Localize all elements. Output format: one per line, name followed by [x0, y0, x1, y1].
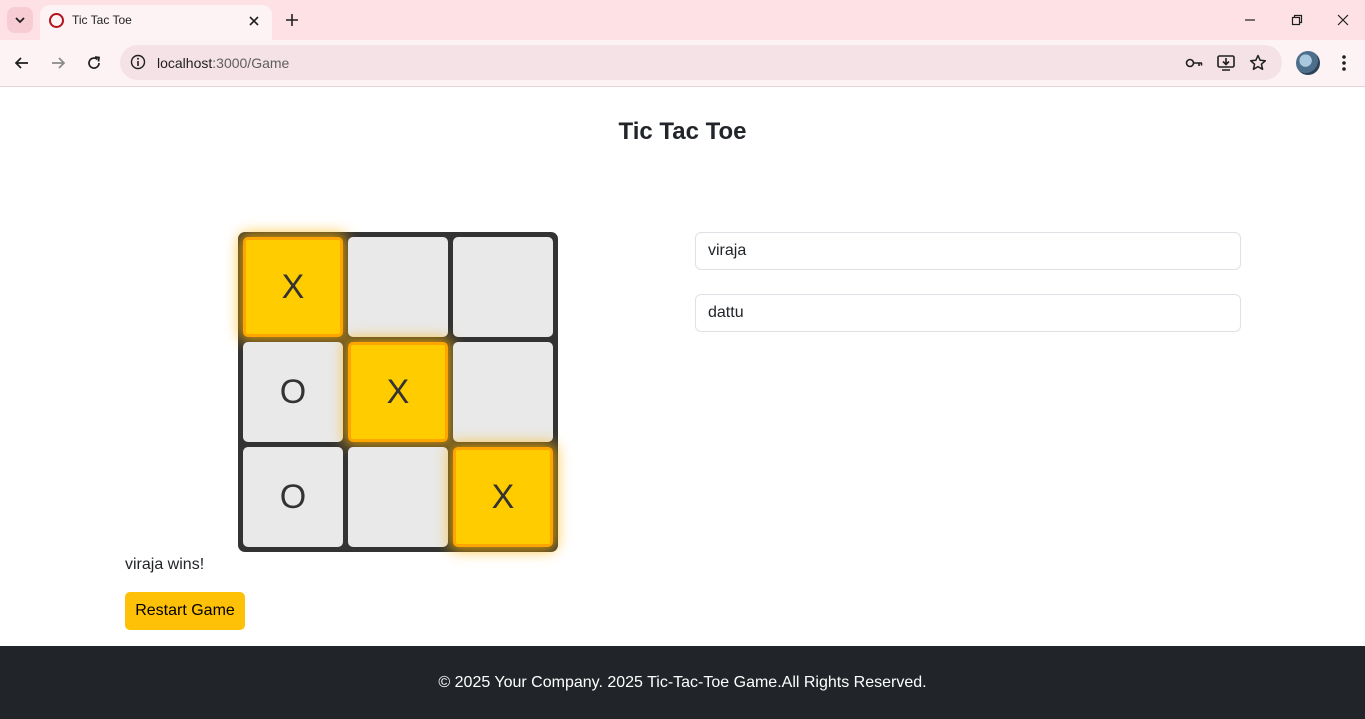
chevron-down-icon [15, 17, 25, 24]
forward-button[interactable] [45, 50, 71, 76]
board-cell-5[interactable]: X [348, 342, 448, 442]
board-cell-7[interactable]: O [243, 447, 343, 547]
password-key-button[interactable] [1183, 52, 1205, 74]
page-footer: © 2025 Your Company. 2025 Tic-Tac-Toe Ga… [0, 646, 1365, 719]
address-bar[interactable]: localhost:3000/Game [120, 45, 1282, 80]
bookmark-button[interactable] [1247, 52, 1269, 74]
board-cell-2[interactable] [348, 237, 448, 337]
board-cell-3[interactable] [453, 237, 553, 337]
board-cell-6[interactable] [453, 342, 553, 442]
board-cell-1[interactable]: X [243, 237, 343, 337]
back-button[interactable] [9, 50, 35, 76]
board-cell-4[interactable]: O [243, 342, 343, 442]
footer-copyright: © 2025 Your Company. 2025 Tic-Tac-Toe Ga… [438, 673, 927, 691]
close-icon [1337, 14, 1349, 26]
url-path: :3000/Game [212, 55, 290, 71]
install-app-button[interactable] [1215, 52, 1237, 74]
browser-tab-bar: Tic Tac Toe [0, 0, 1365, 40]
game-board: XOXOX [238, 232, 558, 552]
board-cell-8[interactable] [348, 447, 448, 547]
restart-game-button[interactable]: Restart Game [125, 592, 245, 630]
more-vertical-icon [1342, 55, 1346, 71]
tab-title: Tic Tac Toe [72, 13, 132, 27]
minimize-icon [1245, 19, 1255, 21]
minimize-button[interactable] [1238, 8, 1262, 32]
arrow-left-icon [14, 57, 28, 69]
reload-icon [88, 56, 100, 69]
browser-menu-button[interactable] [1333, 51, 1355, 75]
key-icon [1185, 58, 1203, 68]
site-info-icon[interactable] [128, 52, 148, 72]
browser-tab[interactable]: Tic Tac Toe [40, 5, 272, 40]
install-icon [1217, 55, 1235, 71]
browser-toolbar: localhost:3000/Game [0, 40, 1365, 87]
profile-avatar[interactable] [1296, 51, 1320, 75]
tab-favicon-icon [49, 13, 64, 28]
new-tab-button[interactable] [281, 9, 303, 31]
reload-button[interactable] [81, 50, 107, 76]
close-window-button[interactable] [1331, 8, 1355, 32]
tab-search-button[interactable] [7, 7, 33, 33]
url-host: localhost [157, 55, 213, 71]
page-title: Tic Tac Toe [618, 118, 747, 145]
star-icon [1249, 54, 1267, 71]
game-status: viraja wins! [125, 556, 205, 573]
close-icon [249, 16, 259, 26]
url-text: localhost:3000/Game [157, 55, 289, 71]
player-two-input[interactable] [695, 294, 1241, 332]
arrow-right-icon [52, 57, 66, 69]
plus-icon [286, 14, 298, 26]
restore-button[interactable] [1285, 8, 1309, 32]
tab-close-button[interactable] [244, 11, 264, 31]
board-cell-9[interactable]: X [453, 447, 553, 547]
player-one-input[interactable] [695, 232, 1241, 270]
restore-icon [1291, 14, 1303, 26]
